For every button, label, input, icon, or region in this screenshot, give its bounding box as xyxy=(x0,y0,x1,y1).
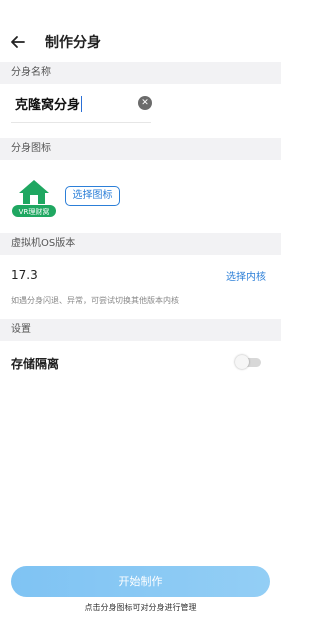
input-underline xyxy=(11,122,151,123)
icon-badge-text: VR理财窝 xyxy=(19,207,50,216)
clear-icon[interactable]: ✕ xyxy=(138,96,152,110)
section-settings-header: 设置 xyxy=(0,319,281,341)
text-caret xyxy=(81,96,83,112)
clone-name-input[interactable]: 克隆窝分身 xyxy=(15,94,83,113)
choose-kernel-link[interactable]: 选择内核 xyxy=(226,268,266,283)
header: 制作分身 xyxy=(0,22,281,62)
start-create-button[interactable]: 开始制作 xyxy=(11,566,270,597)
os-hint-text: 如遇分身闪退、异常，可尝试切换其他版本内核 xyxy=(11,296,179,305)
toggle-knob xyxy=(235,355,249,369)
footer-hint: 点击分身图标可对分身进行管理 xyxy=(84,603,197,612)
storage-isolation-label: 存储隔离 xyxy=(11,357,60,371)
clone-app-icon[interactable]: VR理财窝 xyxy=(11,176,57,218)
create-clone-page: 制作分身 分身名称 克隆窝分身 ✕ 分身图标 VR理财窝 选择图标 虚拟机OS版… xyxy=(0,0,281,624)
choose-icon-button[interactable]: 选择图标 xyxy=(65,186,120,206)
clone-name-value: 克隆窝分身 xyxy=(15,98,81,113)
storage-isolation-toggle[interactable] xyxy=(235,355,261,369)
section-name-header: 分身名称 xyxy=(0,62,281,84)
back-arrow-icon[interactable] xyxy=(9,33,27,51)
page-title: 制作分身 xyxy=(45,35,101,51)
os-version-value: 17.3 xyxy=(11,268,38,282)
section-os-header: 虚拟机OS版本 xyxy=(0,233,281,255)
section-icon-header: 分身图标 xyxy=(0,138,281,160)
